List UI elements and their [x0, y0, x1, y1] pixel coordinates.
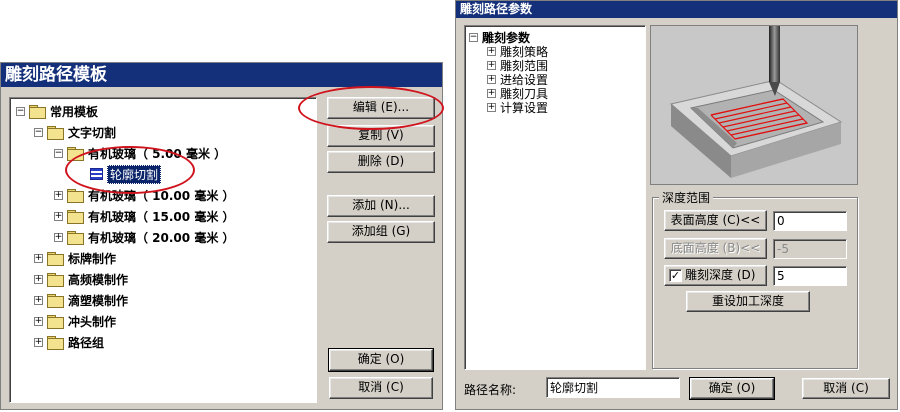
tree-item-path-group[interactable]: + 路径组 [34, 333, 104, 351]
path-name-label: 路径名称: [464, 383, 517, 397]
surface-height-input[interactable] [773, 211, 847, 231]
ok-button[interactable]: 确定 (O) [328, 348, 434, 372]
tree-item-hf-mold[interactable]: + 高频模制作 [34, 270, 128, 288]
bottom-height-button: 底面高度 (B)<< [664, 238, 767, 259]
annotation-ellipse-contour [65, 146, 195, 194]
annotation-ellipse-edit [298, 86, 444, 130]
expand-icon[interactable]: + [34, 316, 43, 326]
expand-icon[interactable]: + [487, 102, 496, 112]
folder-icon [47, 315, 64, 329]
folder-icon [67, 231, 84, 245]
tree-item-text-cut[interactable]: − 文字切割 [34, 123, 116, 141]
path-name-input[interactable] [546, 377, 680, 398]
folder-icon [47, 126, 64, 140]
template-window-title: 雕刻路径模板 [1, 63, 442, 87]
folder-icon [67, 210, 84, 224]
tree-item-signage[interactable]: + 标牌制作 [34, 249, 116, 267]
folder-icon [67, 189, 84, 203]
folder-icon [29, 105, 46, 119]
engrave-depth-input[interactable] [773, 266, 847, 286]
bottom-height-input [773, 239, 847, 259]
folder-icon [47, 273, 64, 287]
engraving-illustration-svg [669, 26, 843, 178]
collapse-icon[interactable]: − [34, 127, 43, 137]
reset-depth-button[interactable]: 重设加工深度 [686, 291, 810, 312]
surface-height-button[interactable]: 表面高度 (C)<< [664, 210, 767, 231]
tree-item-calc[interactable]: + 计算设置 [487, 98, 548, 116]
params-tree[interactable]: − 雕刻参数 + 雕刻策略 + 雕刻范围 + 进给设置 + 雕刻刀具 + 计算设… [464, 25, 646, 370]
expand-icon[interactable]: + [487, 60, 496, 70]
cancel-button[interactable]: 取消 (C) [329, 377, 433, 399]
tree-item-drip-mold[interactable]: + 滴塑模制作 [34, 291, 128, 309]
collapse-icon[interactable]: − [16, 106, 25, 116]
tree-item-common-templates[interactable]: − 常用模板 [16, 102, 98, 120]
expand-icon[interactable]: + [34, 337, 43, 347]
folder-icon [47, 252, 64, 266]
engraving-illustration [650, 25, 858, 185]
add-button[interactable]: 添加 (N)... [327, 195, 435, 217]
params-cancel-button[interactable]: 取消 (C) [802, 378, 890, 399]
engrave-depth-checkbox[interactable]: ✓ [669, 269, 682, 282]
depth-range-label: 深度范围 [659, 189, 714, 206]
expand-icon[interactable]: + [487, 46, 496, 56]
folder-icon [47, 336, 64, 350]
template-tree[interactable]: − 常用模板 − 文字切割 − 有机玻璃（ 5.00 毫米 ） 轮廓切割 + 有… [9, 97, 317, 403]
tree-item-acrylic-20[interactable]: + 有机玻璃（ 20.00 毫米 ） [54, 228, 235, 246]
expand-icon[interactable]: + [54, 190, 63, 200]
tree-item-punch[interactable]: + 冲头制作 [34, 312, 116, 330]
delete-button[interactable]: 删除 (D) [327, 151, 435, 173]
expand-icon[interactable]: + [54, 211, 63, 221]
collapse-icon[interactable]: − [54, 148, 63, 158]
params-window-title: 雕刻路径参数 [456, 1, 897, 18]
expand-icon[interactable]: + [487, 88, 496, 98]
params-ok-button[interactable]: 确定 (O) [689, 377, 775, 400]
expand-icon[interactable]: + [54, 232, 63, 242]
expand-icon[interactable]: + [34, 295, 43, 305]
params-window: 雕刻路径参数 − 雕刻参数 + 雕刻策略 + 雕刻范围 + 进给设置 + 雕刻刀… [455, 0, 898, 410]
expand-icon[interactable]: + [34, 274, 43, 284]
expand-icon[interactable]: + [34, 253, 43, 263]
collapse-icon[interactable]: − [469, 32, 478, 42]
add-group-button[interactable]: 添加组 (G) [327, 221, 435, 243]
folder-icon [47, 294, 64, 308]
tree-item-acrylic-15[interactable]: + 有机玻璃（ 15.00 毫米 ） [54, 207, 235, 225]
expand-icon[interactable]: + [487, 74, 496, 84]
